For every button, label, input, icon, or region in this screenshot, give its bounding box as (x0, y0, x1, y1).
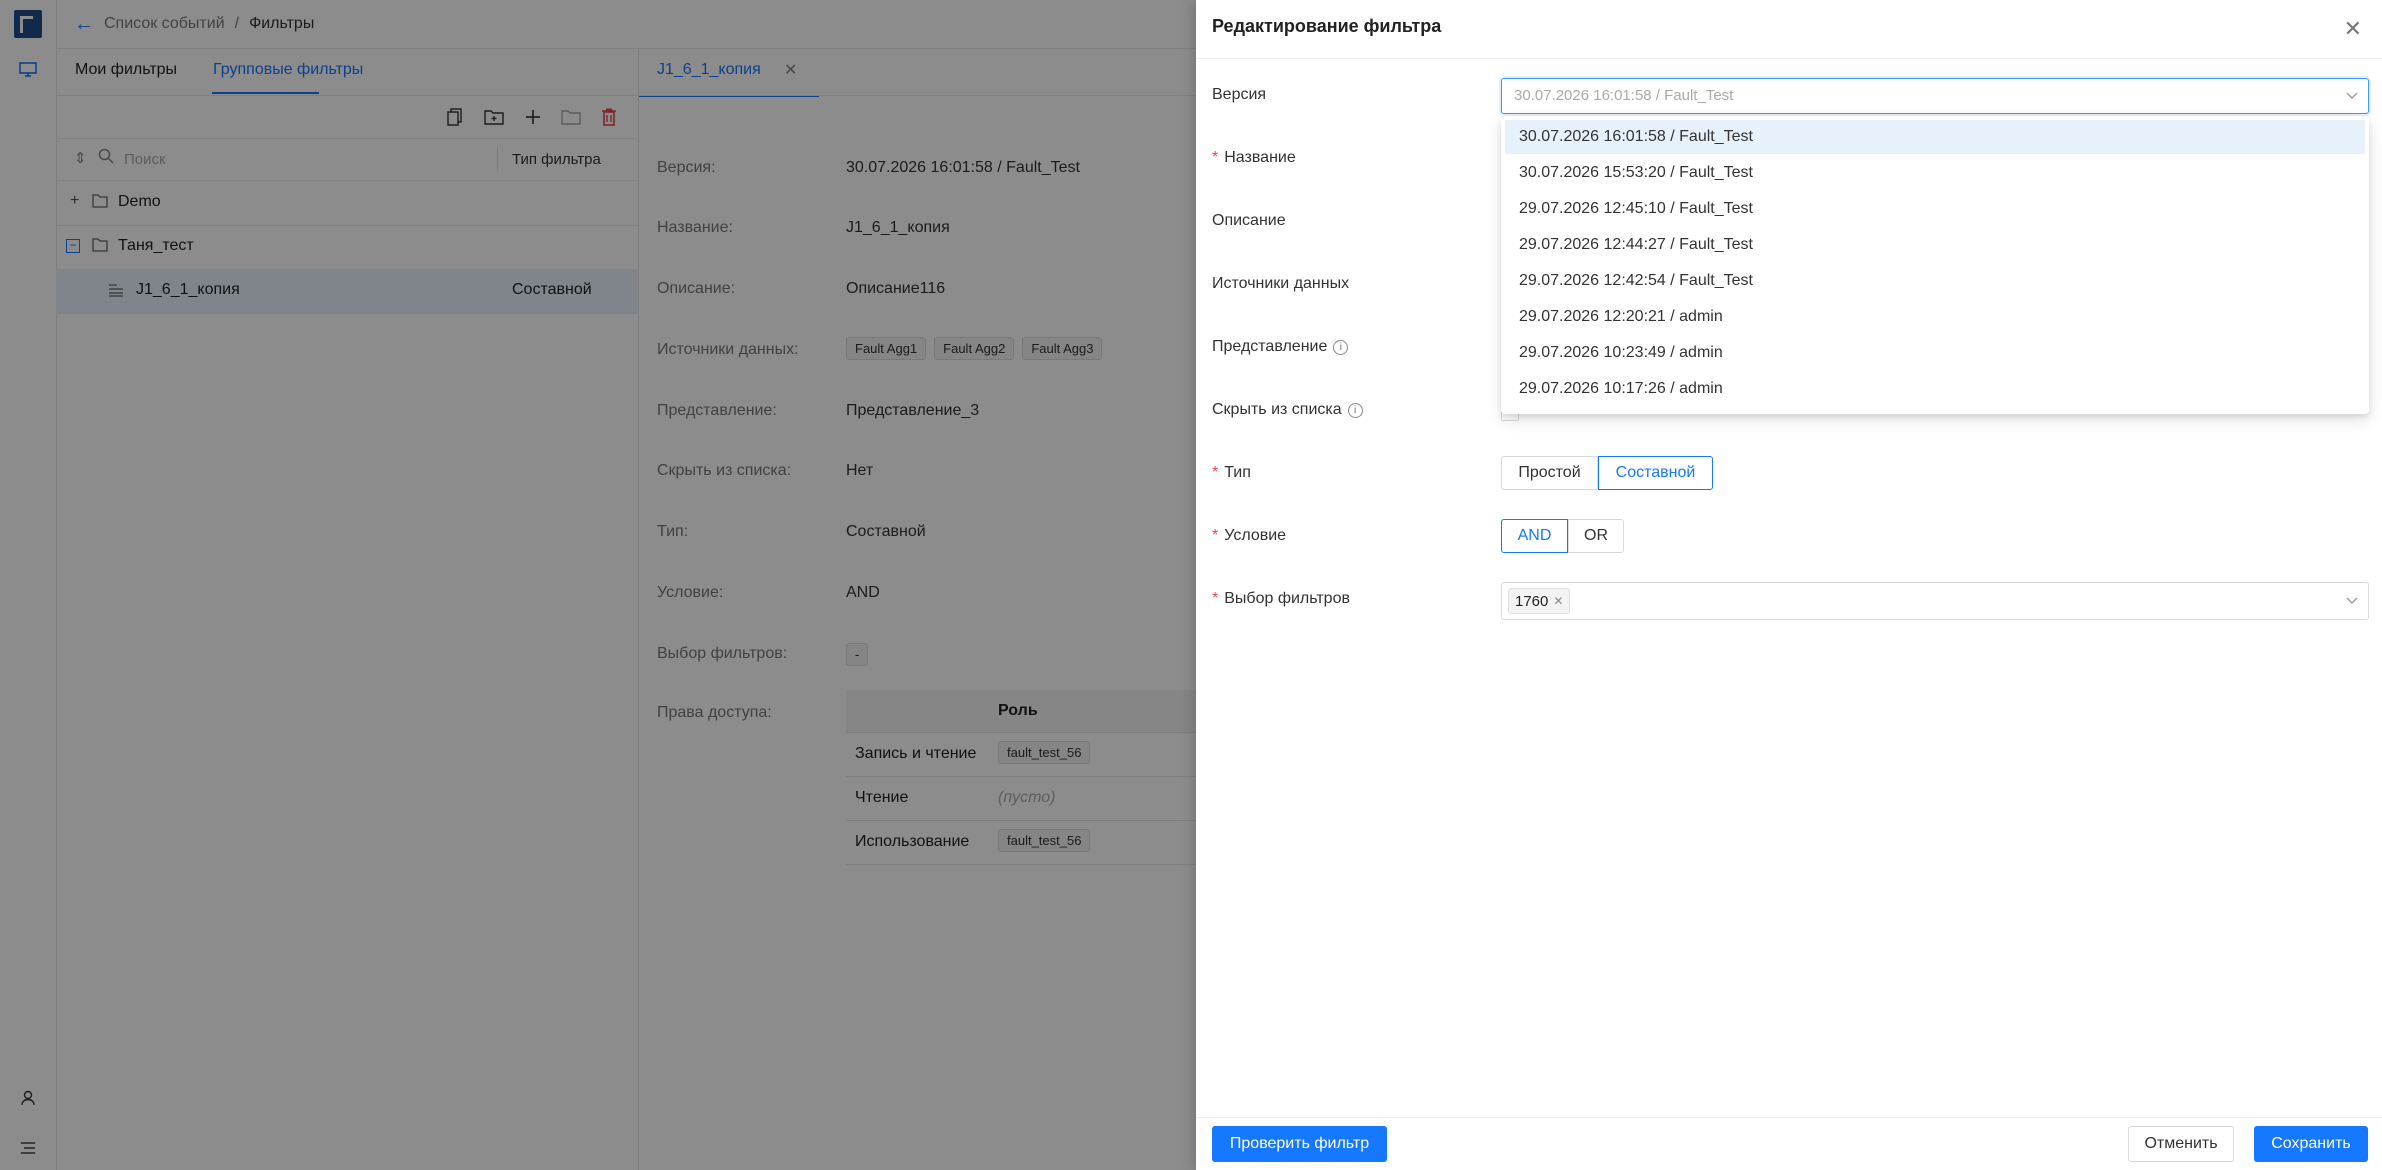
version-option[interactable]: 30.07.2026 15:53:20 / Fault_Test (1505, 156, 2365, 190)
label-description: Описание (1212, 212, 1286, 229)
label-sources: Источники данных (1212, 275, 1350, 292)
required-mark: * (1212, 464, 1219, 481)
version-dropdown: 30.07.2026 16:01:58 / Fault_Test 30.07.2… (1501, 116, 2369, 414)
version-select-value: 30.07.2026 16:01:58 / Fault_Test (1514, 87, 1734, 104)
label-name: Название (1224, 149, 1296, 166)
save-button[interactable]: Сохранить (2254, 1126, 2368, 1162)
modal-mask[interactable] (0, 0, 1196, 1170)
label-filters-wrap: * Выбор фильтров (1212, 590, 1350, 608)
chevron-down-icon (2346, 87, 2358, 103)
filter-tag: 1760 ✕ (1508, 588, 1571, 614)
filters-multiselect[interactable]: 1760 ✕ (1501, 582, 2369, 620)
label-condition-wrap: * Условие (1212, 527, 1286, 545)
info-icon[interactable]: i (1347, 403, 1363, 418)
label-type: Тип (1224, 464, 1251, 481)
filter-tag-label: 1760 (1515, 592, 1549, 610)
check-filter-button[interactable]: Проверить фильтр (1212, 1126, 1387, 1162)
remove-tag-icon[interactable]: ✕ (1553, 594, 1563, 608)
footer-divider (1196, 1117, 2382, 1118)
chevron-down-icon (2346, 592, 2358, 608)
type-option-simple[interactable]: Простой (1501, 456, 1598, 490)
type-option-composite[interactable]: Составной (1598, 456, 1713, 490)
edit-filter-drawer: Редактирование фильтра ✕ Версия * Названи… (1196, 0, 2382, 1170)
label-condition: Условие (1224, 527, 1287, 544)
info-icon[interactable]: i (1333, 340, 1349, 355)
condition-option-and[interactable]: AND (1501, 519, 1568, 553)
required-mark: * (1212, 527, 1219, 544)
label-view-wrap: Представление i (1212, 338, 1349, 356)
close-icon[interactable]: ✕ (2344, 16, 2362, 42)
label-hide: Скрыть из списка (1212, 401, 1342, 418)
version-select[interactable]: 30.07.2026 16:01:58 / Fault_Test (1501, 78, 2369, 114)
label-name-wrap: * Название (1212, 149, 1296, 167)
drawer-title: Редактирование фильтра (1212, 16, 1442, 36)
label-filters: Выбор фильтров (1224, 590, 1350, 607)
version-option[interactable]: 29.07.2026 12:42:54 / Fault_Test (1505, 264, 2365, 298)
drawer-divider (1196, 58, 2382, 59)
version-option[interactable]: 29.07.2026 12:44:27 / Fault_Test (1505, 228, 2365, 262)
label-version: Версия (1212, 86, 1267, 103)
version-option[interactable]: 29.07.2026 12:45:10 / Fault_Test (1505, 192, 2365, 226)
label-view: Представление (1212, 338, 1328, 355)
version-option[interactable]: 29.07.2026 10:17:26 / admin (1505, 372, 2365, 406)
version-option[interactable]: 30.07.2026 16:01:58 / Fault_Test (1505, 120, 2365, 154)
required-mark: * (1212, 149, 1219, 166)
label-type-wrap: * Тип (1212, 464, 1251, 482)
label-hide-wrap: Скрыть из списка i (1212, 401, 1363, 419)
version-option[interactable]: 29.07.2026 10:23:49 / admin (1505, 336, 2365, 370)
condition-option-or[interactable]: OR (1568, 519, 1624, 553)
required-mark: * (1212, 590, 1219, 607)
version-option[interactable]: 29.07.2026 12:20:21 / admin (1505, 300, 2365, 334)
cancel-button[interactable]: Отменить (2128, 1126, 2234, 1162)
